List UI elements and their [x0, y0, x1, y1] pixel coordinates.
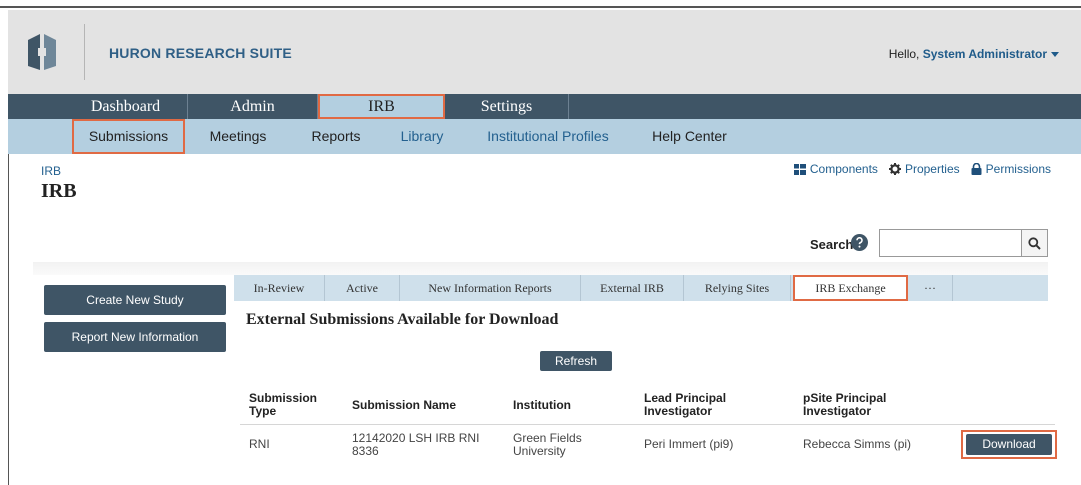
cell-institution: Green Fields University: [513, 432, 582, 458]
cell-type: RNI: [249, 437, 270, 451]
app-header: HURON RESEARCH SUITE Hello, System Admin…: [8, 10, 1081, 94]
help-icon[interactable]: [851, 234, 868, 251]
download-button-highlight: Download: [961, 430, 1057, 459]
caret-down-icon[interactable]: [1051, 52, 1059, 58]
cell-text: University: [513, 444, 566, 458]
subnav-reports[interactable]: Reports: [300, 119, 372, 154]
page-tools: Components Properties Permissions: [793, 162, 1051, 176]
header-submission-name[interactable]: Submission Name: [352, 399, 456, 412]
header-submission-type[interactable]: Submission Type: [249, 392, 317, 418]
header-text: Investigator: [644, 404, 713, 418]
header-lead-pi[interactable]: Lead Principal Investigator: [644, 392, 726, 418]
tab-admin[interactable]: Admin: [188, 94, 318, 119]
search-input[interactable]: [879, 229, 1022, 257]
breadcrumb[interactable]: IRB: [41, 164, 61, 178]
gear-icon: [888, 163, 901, 175]
tab-settings[interactable]: Settings: [445, 94, 569, 119]
permissions-label: Permissions: [985, 162, 1051, 176]
cell-submission-name[interactable]: 12142020 LSH IRB RNI 8336: [352, 432, 479, 458]
subnav-institutional-profiles[interactable]: Institutional Profiles: [478, 119, 618, 154]
tab-more[interactable]: ···: [908, 275, 953, 301]
create-new-study-button[interactable]: Create New Study: [44, 285, 226, 315]
user-menu[interactable]: Hello, System Administrator: [889, 47, 1059, 61]
brand-name: HURON RESEARCH SUITE: [109, 45, 292, 61]
cell-psite-pi: Rebecca Simms (pi): [803, 437, 912, 451]
subnav-meetings[interactable]: Meetings: [198, 119, 278, 154]
logo-divider: [84, 24, 85, 80]
tab-relying-sites[interactable]: Relying Sites: [684, 275, 791, 301]
content-divider: [33, 262, 1048, 275]
components-icon: [793, 163, 806, 175]
refresh-button[interactable]: Refresh: [540, 351, 612, 371]
tab-irb[interactable]: IRB: [318, 94, 445, 119]
components-label: Components: [809, 162, 878, 176]
lock-icon: [971, 163, 982, 175]
header-text: Type: [249, 404, 277, 418]
tab-new-information-reports[interactable]: New Information Reports: [400, 275, 581, 301]
header-institution[interactable]: Institution: [513, 399, 571, 412]
search-button[interactable]: [1022, 229, 1048, 257]
table-row-divider: [240, 424, 1055, 425]
properties-label: Properties: [904, 162, 960, 176]
report-new-information-button[interactable]: Report New Information: [44, 322, 226, 352]
huron-logo-icon: [28, 34, 56, 70]
tab-in-review[interactable]: In-Review: [234, 275, 325, 301]
header-psite-pi[interactable]: pSite Principal Investigator: [803, 392, 886, 418]
cell-lead-pi: Peri Immert (pi9): [644, 437, 734, 451]
tab-active[interactable]: Active: [325, 275, 400, 301]
components-link[interactable]: Components: [793, 162, 878, 176]
download-button[interactable]: Download: [966, 434, 1052, 455]
user-name[interactable]: System Administrator: [923, 47, 1047, 61]
top-border: [0, 0, 1081, 8]
tab-strip: In-Review Active New Information Reports…: [234, 275, 1048, 301]
main-nav: Dashboard Admin IRB Settings: [8, 94, 1081, 119]
search-icon: [1028, 236, 1041, 250]
search-label: Search: [810, 237, 854, 252]
tab-external-irb[interactable]: External IRB: [581, 275, 684, 301]
content-left-border: [8, 154, 9, 485]
subnav-library[interactable]: Library: [389, 119, 455, 154]
section-title: External Submissions Available for Downl…: [246, 311, 559, 328]
tab-dashboard[interactable]: Dashboard: [64, 94, 188, 119]
tab-irb-exchange[interactable]: IRB Exchange: [793, 275, 908, 301]
cell-text: 8336: [352, 444, 379, 458]
sub-nav: Submissions Meetings Reports Library Ins…: [8, 119, 1081, 154]
page-title: IRB: [41, 180, 77, 202]
subnav-help-center[interactable]: Help Center: [642, 119, 737, 154]
permissions-link[interactable]: Permissions: [971, 162, 1051, 176]
greeting-text: Hello,: [888, 47, 920, 61]
subnav-submissions[interactable]: Submissions: [72, 119, 185, 154]
properties-link[interactable]: Properties: [888, 162, 960, 176]
header-text: Investigator: [803, 404, 872, 418]
